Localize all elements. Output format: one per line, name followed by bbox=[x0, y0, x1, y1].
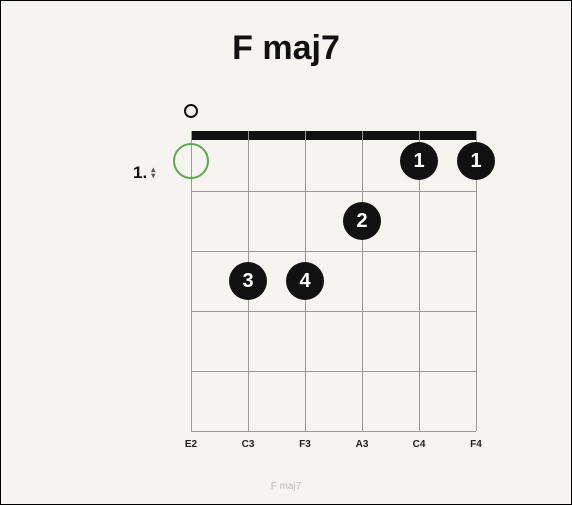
finger-dot: 4 bbox=[286, 262, 324, 300]
start-fret-label: 1. bbox=[133, 163, 147, 183]
chevron-down-icon[interactable]: ▾ bbox=[151, 173, 155, 179]
fret-line bbox=[191, 311, 476, 312]
root-ring bbox=[173, 143, 209, 179]
fret-line bbox=[191, 431, 476, 432]
string-line bbox=[362, 131, 363, 431]
chord-diagram: 11234E2C3F3A3C4F4 bbox=[191, 131, 476, 431]
finger-dot: 3 bbox=[229, 262, 267, 300]
finger-dot: 1 bbox=[400, 142, 438, 180]
chord-title: F maj7 bbox=[1, 29, 571, 68]
string-label: F3 bbox=[299, 439, 311, 450]
fret-line bbox=[191, 191, 476, 192]
open-string-marker bbox=[184, 104, 198, 118]
finger-dot: 1 bbox=[457, 142, 495, 180]
string-label: C4 bbox=[413, 439, 426, 450]
string-label: F4 bbox=[470, 439, 482, 450]
fret-line bbox=[191, 371, 476, 372]
chord-caption: F maj7 bbox=[1, 481, 571, 492]
fret-line bbox=[191, 251, 476, 252]
string-label: E2 bbox=[185, 439, 197, 450]
fret-stepper[interactable]: ▴ ▾ bbox=[151, 167, 155, 179]
finger-dot: 2 bbox=[343, 202, 381, 240]
string-label: A3 bbox=[356, 439, 369, 450]
start-fret-indicator: 1. ▴ ▾ bbox=[133, 163, 155, 183]
nut-bar bbox=[191, 131, 476, 140]
string-label: C3 bbox=[242, 439, 255, 450]
